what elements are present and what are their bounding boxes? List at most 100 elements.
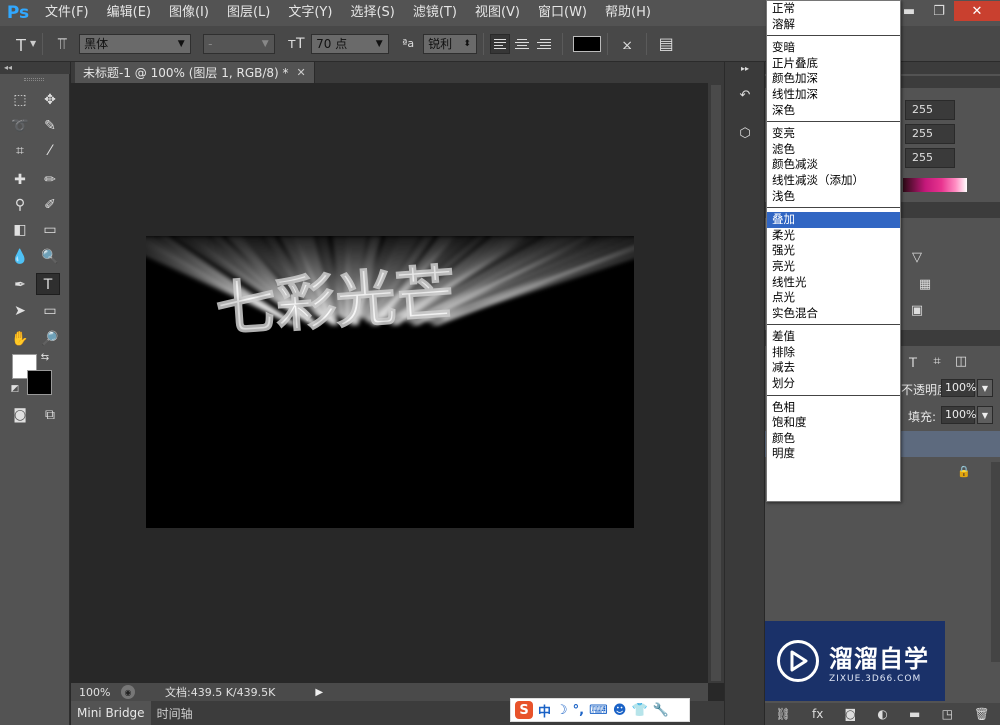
blend-mode-item[interactable]: 排除 bbox=[767, 345, 900, 361]
default-colors-icon[interactable]: ◩ bbox=[8, 382, 22, 396]
menu-type[interactable]: 文字(Y) bbox=[279, 0, 341, 26]
move-tool-icon[interactable]: ✥ bbox=[38, 89, 62, 111]
blend-mode-item[interactable]: 线性减淡（添加） bbox=[767, 173, 900, 189]
text-color-swatch[interactable] bbox=[573, 35, 602, 52]
blend-mode-item[interactable]: 实色混合 bbox=[767, 306, 900, 322]
background-color-swatch[interactable] bbox=[27, 370, 52, 395]
adjustment-layer-icon[interactable]: ◐ bbox=[877, 707, 887, 721]
type-tool-icon[interactable]: Ｔ bbox=[36, 273, 60, 295]
opacity-field[interactable]: 100% bbox=[941, 379, 976, 397]
history-brush-tool-icon[interactable]: ✐ bbox=[38, 194, 62, 216]
blur-tool-icon[interactable]: 💧 bbox=[8, 246, 32, 268]
new-group-icon[interactable]: ▬ bbox=[909, 707, 920, 721]
menu-edit[interactable]: 编辑(E) bbox=[98, 0, 160, 26]
marquee-tool-icon[interactable]: ⬚ bbox=[8, 89, 32, 111]
document-canvas[interactable]: 七彩光芒 bbox=[146, 236, 634, 528]
color-lookup-icon[interactable]: ▦ bbox=[913, 273, 937, 295]
menu-file[interactable]: 文件(F) bbox=[36, 0, 98, 26]
align-left-button[interactable] bbox=[490, 33, 511, 54]
blend-mode-item[interactable]: 叠加 bbox=[767, 212, 900, 228]
color-spectrum-bar[interactable] bbox=[903, 178, 967, 192]
menu-layer[interactable]: 图层(L) bbox=[218, 0, 279, 26]
chevron-down-icon[interactable]: ▼ bbox=[977, 406, 993, 424]
blend-mode-item[interactable]: 正常 bbox=[767, 1, 900, 17]
blend-mode-item[interactable]: 颜色加深 bbox=[767, 71, 900, 87]
fill-field[interactable]: 100% bbox=[941, 406, 976, 424]
scrollbar-thumb[interactable] bbox=[711, 85, 721, 681]
blend-mode-item[interactable]: 浅色 bbox=[767, 189, 900, 205]
zoom-tool-icon[interactable]: 🔎 bbox=[38, 328, 62, 350]
clone-stamp-tool-icon[interactable]: ⚲ bbox=[8, 194, 32, 216]
rectangle-tool-icon[interactable]: ▭ bbox=[38, 300, 62, 322]
delete-layer-icon[interactable]: 🗑 bbox=[974, 707, 989, 721]
quick-mask-icon[interactable]: ◙ bbox=[8, 404, 32, 426]
tab-timeline[interactable]: 时间轴 bbox=[151, 701, 199, 725]
3d-panel-icon[interactable]: ⬡ bbox=[733, 122, 757, 144]
blue-value-field[interactable]: 255 bbox=[905, 148, 955, 168]
font-family-select[interactable]: 黑体 ▼ bbox=[79, 33, 192, 54]
blend-mode-item[interactable]: 线性加深 bbox=[767, 87, 900, 103]
quick-selection-tool-icon[interactable]: ✎ bbox=[38, 115, 62, 137]
menu-select[interactable]: 选择(S) bbox=[341, 0, 403, 26]
keyboard-icon[interactable]: ⌨ bbox=[589, 703, 608, 718]
swap-colors-icon[interactable]: ⇆ bbox=[38, 350, 52, 364]
blend-mode-item[interactable]: 变暗 bbox=[767, 40, 900, 56]
filter-smart-object-icon[interactable]: ◫ bbox=[949, 350, 973, 372]
font-style-select[interactable]: - ▼ bbox=[203, 33, 276, 54]
tools-icon[interactable]: 🔧 bbox=[653, 703, 669, 718]
warp-text-icon[interactable]: ⨲ bbox=[614, 31, 640, 57]
menu-filter[interactable]: 滤镜(T) bbox=[404, 0, 466, 26]
lasso-tool-icon[interactable]: ➰ bbox=[8, 115, 32, 137]
blend-mode-item[interactable]: 滤色 bbox=[767, 142, 900, 158]
blend-mode-item[interactable]: 明度 bbox=[767, 446, 900, 462]
gradient-map-icon[interactable]: ▣ bbox=[905, 299, 929, 321]
red-value-field[interactable]: 255 bbox=[905, 100, 955, 120]
layers-scrollbar[interactable] bbox=[991, 462, 1000, 662]
blend-mode-item[interactable]: 划分 bbox=[767, 376, 900, 392]
pen-tool-icon[interactable]: ✒ bbox=[8, 274, 32, 296]
blend-mode-dropdown[interactable]: 正常 溶解 变暗 正片叠底 颜色加深 线性加深 深色 变亮 滤色 颜色减淡 线性减淡（添加） 浅色 叠加… bbox=[766, 0, 901, 502]
vibrance-icon[interactable]: ▽ bbox=[905, 246, 929, 268]
font-size-select[interactable]: 70 点 ▼ bbox=[311, 33, 390, 54]
dodge-tool-icon[interactable]: 🔍 bbox=[38, 246, 62, 268]
filter-text-layer-icon[interactable]: Ｔ bbox=[901, 350, 925, 372]
close-icon[interactable]: ✕ bbox=[297, 66, 306, 79]
gradient-tool-icon[interactable]: ▭ bbox=[38, 219, 62, 241]
brush-tool-icon[interactable]: ✏ bbox=[38, 169, 62, 191]
blend-mode-item[interactable]: 溶解 bbox=[767, 17, 900, 33]
green-value-field[interactable]: 255 bbox=[905, 124, 955, 144]
eyedropper-tool-icon[interactable]: ⁄ bbox=[38, 140, 62, 162]
skin-icon[interactable]: 👕 bbox=[631, 703, 647, 718]
zoom-level[interactable]: 100% bbox=[71, 686, 115, 699]
toolbar-grip[interactable] bbox=[24, 78, 44, 81]
emoji-icon[interactable]: ☻ bbox=[613, 703, 627, 718]
blend-mode-item[interactable]: 减去 bbox=[767, 360, 900, 376]
character-panel-icon[interactable]: ▤ bbox=[653, 31, 679, 57]
blend-mode-item[interactable]: 强光 bbox=[767, 243, 900, 259]
history-panel-icon[interactable]: ↶ bbox=[733, 84, 757, 106]
text-orientation-icon[interactable]: ⫪ bbox=[49, 31, 75, 57]
anti-alias-select[interactable]: 锐利 ⬍ bbox=[423, 33, 478, 54]
blend-mode-item[interactable]: 亮光 bbox=[767, 259, 900, 275]
lock-icon[interactable]: 🔒 bbox=[957, 465, 971, 478]
ime-mode-chinese[interactable]: 中 bbox=[538, 701, 551, 720]
menu-image[interactable]: 图像(I) bbox=[160, 0, 218, 26]
blend-mode-item[interactable]: 变亮 bbox=[767, 126, 900, 142]
document-tab[interactable]: 未标题-1 @ 100% (图层 1, RGB/8) * ✕ bbox=[75, 62, 315, 83]
blend-mode-item[interactable]: 柔光 bbox=[767, 228, 900, 244]
menu-window[interactable]: 窗口(W) bbox=[529, 0, 596, 26]
healing-brush-tool-icon[interactable]: ✚ bbox=[8, 169, 32, 191]
blend-mode-item[interactable]: 点光 bbox=[767, 290, 900, 306]
blend-mode-item[interactable]: 饱和度 bbox=[767, 415, 900, 431]
blend-mode-item[interactable]: 线性光 bbox=[767, 275, 900, 291]
sogou-logo[interactable]: S bbox=[515, 701, 533, 719]
filter-shape-layer-icon[interactable]: ⌗ bbox=[925, 350, 949, 372]
align-center-button[interactable] bbox=[512, 34, 532, 54]
hand-tool-icon[interactable]: ✋ bbox=[8, 328, 32, 350]
blend-mode-item[interactable]: 颜色减淡 bbox=[767, 157, 900, 173]
status-info-icon[interactable]: ◉ bbox=[121, 685, 135, 699]
canvas-workspace[interactable]: 七彩光芒 bbox=[71, 83, 708, 683]
eraser-tool-icon[interactable]: ◧ bbox=[8, 219, 32, 241]
tab-mini-bridge[interactable]: Mini Bridge bbox=[71, 701, 151, 725]
blend-mode-item[interactable]: 差值 bbox=[767, 329, 900, 345]
